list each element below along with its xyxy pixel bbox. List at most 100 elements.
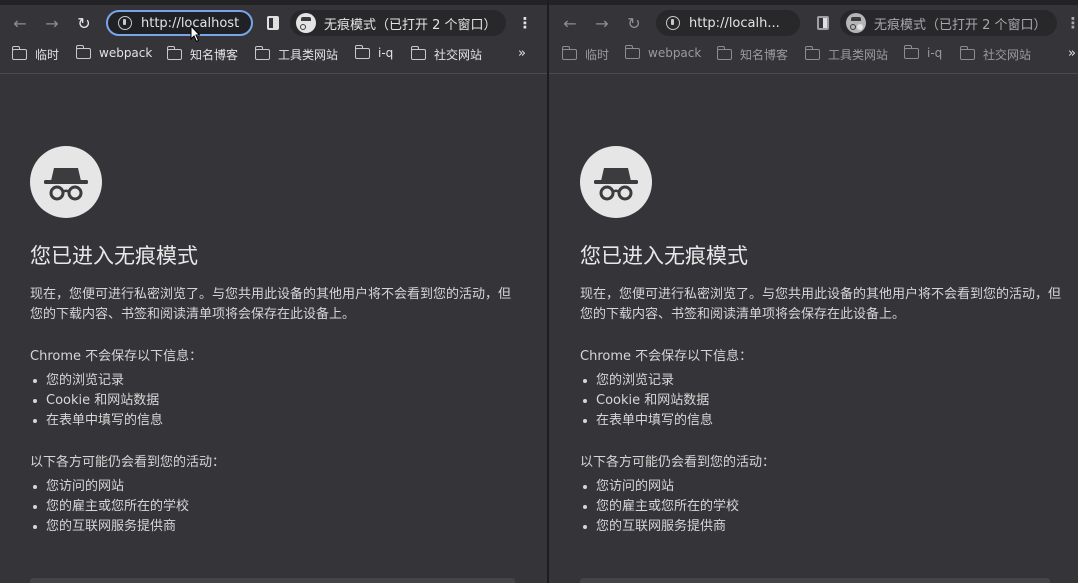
bookmarks-overflow-button[interactable]: » [1068,46,1076,61]
folder-icon [354,44,370,59]
incognito-label: 无痕模式（已打开 2 个窗口） [874,17,1047,33]
bookmark-folder[interactable]: webpack [75,44,153,60]
browser-window-left: ← → ↻ http://localhost 无痕模式（已打开 2 个窗口） ⋮… [0,0,547,583]
bookmark-folder[interactable]: 工具类网站 [254,46,339,63]
bookmark-folder[interactable]: 临时 [11,46,60,63]
list-item: 您的浏览记录 [30,371,520,391]
toolbar: ← → ↻ http://localh... 无痕模式（已打开 2 个窗口） ⋮ [549,8,1078,38]
forward-button[interactable]: → [590,11,614,35]
back-button[interactable]: ← [558,11,582,35]
bookmark-label: 社交网站 [983,48,1032,62]
not-saved-title: Chrome 不会保存以下信息： [580,349,753,364]
incognito-ntp-content: 您已进入无痕模式 现在，您便可进行私密浏览了。与您共用此设备的其他用户将不会看到… [580,146,1070,537]
not-saved-list: 您的浏览记录 Cookie 和网站数据 在表单中填写的信息 [30,371,520,431]
bookmark-folder[interactable]: i-q [903,44,943,60]
menu-button[interactable]: ⋮ [516,12,534,34]
incognito-icon [846,13,866,33]
reload-icon: ↻ [627,13,641,33]
list-item: 在表单中填写的信息 [580,411,1070,431]
bookmark-folder[interactable]: 工具类网站 [804,46,889,63]
menu-button[interactable]: ⋮ [1064,12,1078,34]
list-item: 您的雇主或您所在的学校 [580,497,1070,517]
site-info-icon[interactable] [118,16,132,30]
bookmark-folder[interactable]: 社交网站 [959,46,1032,63]
folder-icon [804,46,820,60]
folder-icon [624,44,640,59]
mouse-cursor-icon [190,25,200,43]
incognito-icon [296,13,316,33]
incognito-icon [580,146,652,218]
address-bar[interactable]: http://localhost [106,10,253,36]
bookmark-label: i-q [927,46,943,60]
visible-title: 以下各方可能仍会看到您的活动： [30,455,226,470]
page-title: 您已进入无痕模式 [580,244,748,268]
browser-chrome: ← → ↻ http://localh... 无痕模式（已打开 2 个窗口） ⋮… [549,0,1078,74]
not-saved-list: 您的浏览记录 Cookie 和网站数据 在表单中填写的信息 [580,371,1070,431]
back-button[interactable]: ← [8,11,32,35]
list-item: Cookie 和网站数据 [30,391,520,411]
page-title: 您已进入无痕模式 [30,244,198,268]
bookmarks-bar: 临时 webpack 知名博客 工具类网站 i-q 社交网站 » [549,44,1078,66]
bookmark-label: 社交网站 [434,48,483,62]
bookmark-folder[interactable]: 知名博客 [716,46,789,63]
list-item: 在表单中填写的信息 [30,411,520,431]
list-item: 您访问的网站 [30,477,520,497]
folder-icon [561,46,577,60]
folder-icon [959,46,975,60]
bookmark-label: 知名博客 [740,48,789,62]
list-item: 您的互联网服务提供商 [580,517,1070,537]
intro-text: 现在，您便可进行私密浏览了。与您共用此设备的其他用户将不会看到您的活动，但您的下… [30,287,512,322]
site-info-icon[interactable] [666,16,680,30]
list-item: 您的浏览记录 [580,371,1070,391]
back-arrow-icon: ← [13,13,27,33]
bookmarks-bar: 临时 webpack 知名博客 工具类网站 i-q 社交网站 » [0,44,547,66]
folder-icon [903,44,919,59]
forward-arrow-icon: → [45,13,59,33]
folder-icon [410,46,426,60]
incognito-indicator[interactable]: 无痕模式（已打开 2 个窗口） [290,10,506,36]
side-panel-icon[interactable] [817,16,829,30]
tab-strip [549,0,1078,5]
bookmark-label: i-q [378,46,394,60]
forward-button[interactable]: → [40,11,64,35]
incognito-ntp-content: 您已进入无痕模式 现在，您便可进行私密浏览了。与您共用此设备的其他用户将不会看到… [30,146,520,537]
folder-icon [716,46,732,60]
bookmark-folder[interactable]: webpack [624,44,702,60]
reload-button[interactable]: ↻ [622,11,646,35]
reload-button[interactable]: ↻ [72,11,96,35]
list-item: Cookie 和网站数据 [580,391,1070,411]
browser-window-right: ← → ↻ http://localh... 无痕模式（已打开 2 个窗口） ⋮… [549,0,1078,583]
bookmark-folder[interactable]: 临时 [561,46,610,63]
list-item: 您的互联网服务提供商 [30,517,520,537]
reload-icon: ↻ [77,13,91,33]
incognito-label: 无痕模式（已打开 2 个窗口） [324,17,497,33]
folder-icon [75,44,91,59]
forward-arrow-icon: → [595,13,609,33]
bookmark-label: 临时 [585,48,610,62]
visible-list: 您访问的网站 您的雇主或您所在的学校 您的互联网服务提供商 [580,477,1070,537]
bookmark-label: 工具类网站 [828,48,889,62]
bookmark-label: 工具类网站 [278,48,339,62]
browser-chrome: ← → ↻ http://localhost 无痕模式（已打开 2 个窗口） ⋮… [0,0,547,74]
back-arrow-icon: ← [563,13,577,33]
visible-list: 您访问的网站 您的雇主或您所在的学校 您的互联网服务提供商 [30,477,520,537]
list-item: 您的雇主或您所在的学校 [30,497,520,517]
bookmark-folder[interactable]: 知名博客 [166,46,238,63]
incognito-icon [30,146,102,218]
bookmark-folder[interactable]: 社交网站 [410,46,483,63]
bookmark-label: webpack [648,46,702,60]
bookmarks-overflow-button[interactable]: » [518,46,526,61]
address-bar[interactable]: http://localh... [656,10,800,36]
tab-strip [0,0,547,5]
bookmark-label: webpack [99,46,153,60]
bookmark-label: 临时 [35,48,60,62]
side-panel-icon[interactable] [267,16,279,30]
list-item: 您访问的网站 [580,477,1070,497]
intro-text: 现在，您便可进行私密浏览了。与您共用此设备的其他用户将不会看到您的活动，但您的下… [580,287,1062,322]
folder-icon [254,46,270,60]
incognito-indicator[interactable]: 无痕模式（已打开 2 个窗口） [840,10,1057,36]
bookmark-folder[interactable]: i-q [354,44,394,60]
not-saved-title: Chrome 不会保存以下信息： [30,349,203,364]
folder-icon [166,46,182,60]
cookie-controls-card [30,578,515,583]
